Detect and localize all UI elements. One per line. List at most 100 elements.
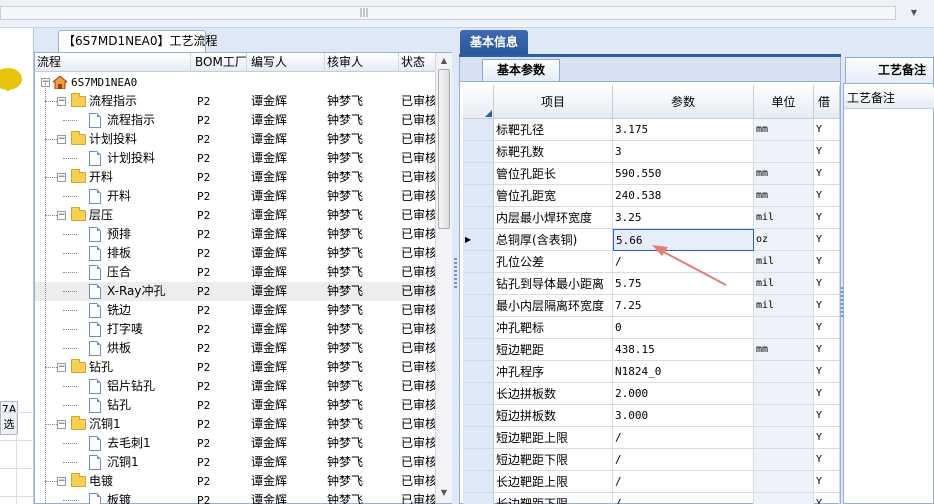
cell-value[interactable]: / xyxy=(613,427,754,449)
cell-value[interactable]: 5.75 xyxy=(613,273,754,295)
scroll-grip-icon[interactable]: ||| xyxy=(351,8,377,18)
param-row[interactable]: 短边靶距下限 / Y xyxy=(460,449,840,471)
panel-splitter[interactable] xyxy=(452,28,459,504)
tab-basic-params[interactable]: 基本参数 xyxy=(482,59,560,81)
tree-row[interactable]: 流程指示 P2 谭金辉 钟梦飞 已审核 xyxy=(35,111,435,130)
tree-row[interactable]: − 钻孔 P2 谭金辉 钟梦飞 已审核 xyxy=(35,358,435,377)
row-indicator[interactable] xyxy=(463,427,494,449)
row-indicator[interactable] xyxy=(463,273,494,295)
param-row[interactable]: 短边靶距上限 / Y xyxy=(460,427,840,449)
tab-process-remarks[interactable]: 工艺备注 xyxy=(845,57,934,83)
collapse-toggle-icon[interactable]: − xyxy=(57,363,66,372)
cell-value[interactable]: 2.000 xyxy=(613,383,754,405)
column-header-item[interactable]: 项目 xyxy=(494,85,613,119)
scroll-down-icon[interactable]: ▼ xyxy=(438,487,450,499)
collapse-toggle-icon[interactable]: − xyxy=(57,173,66,182)
column-header-bom[interactable]: BOM工厂 xyxy=(193,53,247,72)
cell-value[interactable]: 438.15 xyxy=(613,339,754,361)
tree-row[interactable]: 开料 P2 谭金辉 钟梦飞 已审核 xyxy=(35,187,435,206)
tree-row[interactable]: 去毛刺1 P2 谭金辉 钟梦飞 已审核 xyxy=(35,434,435,453)
tree-row[interactable]: 钻孔 P2 谭金辉 钟梦飞 已审核 xyxy=(35,396,435,415)
scroll-thumb[interactable] xyxy=(438,69,450,229)
row-indicator[interactable] xyxy=(463,251,494,273)
cell-value[interactable]: / xyxy=(613,471,754,493)
param-row[interactable]: 长边拼板数 2.000 Y xyxy=(460,383,840,405)
tree-row[interactable]: −6S7MD1NEA0 xyxy=(35,73,435,92)
tree-row[interactable]: 铣边 P2 谭金辉 钟梦飞 已审核 xyxy=(35,301,435,320)
tree-row[interactable]: − 流程指示 P2 谭金辉 钟梦飞 已审核 xyxy=(35,92,435,111)
cell-value[interactable]: 5.66 xyxy=(613,229,754,251)
param-row[interactable]: 管位孔距宽 240.538 mm Y xyxy=(460,185,840,207)
column-header-flow[interactable]: 流程 xyxy=(35,53,191,72)
tree-row[interactable]: − 计划投料 P2 谭金辉 钟梦飞 已审核 xyxy=(35,130,435,149)
tree-row[interactable]: 打字唛 P2 谭金辉 钟梦飞 已审核 xyxy=(35,320,435,339)
cell-value[interactable]: 240.538 xyxy=(613,185,754,207)
row-indicator[interactable] xyxy=(463,207,494,229)
tree-row[interactable]: 沉铜1 P2 谭金辉 钟梦飞 已审核 xyxy=(35,453,435,472)
row-indicator[interactable] xyxy=(463,295,494,317)
horizontal-scrollbar[interactable]: ||| xyxy=(0,6,896,20)
param-row[interactable]: 短边靶距 438.15 mm Y xyxy=(460,339,840,361)
tree-row[interactable]: − 沉铜1 P2 谭金辉 钟梦飞 已审核 xyxy=(35,415,435,434)
tree-row[interactable]: 铝片钻孔 P2 谭金辉 钟梦飞 已审核 xyxy=(35,377,435,396)
row-indicator[interactable] xyxy=(463,361,494,383)
param-row[interactable]: 长边靶距下限 / Y xyxy=(460,493,840,504)
param-row[interactable]: 管位孔距长 590.550 mm Y xyxy=(460,163,840,185)
row-indicator[interactable] xyxy=(463,383,494,405)
param-row[interactable]: ▶ 总铜厚(含表铜) 5.66 oz Y xyxy=(460,229,840,251)
param-row[interactable]: 长边靶距上限 / Y xyxy=(460,471,840,493)
param-row[interactable]: 孔位公差 / mil Y xyxy=(460,251,840,273)
param-row[interactable]: 内层最小焊环宽度 3.25 mil Y xyxy=(460,207,840,229)
column-header-unit[interactable]: 单位 xyxy=(754,85,814,119)
collapse-toggle-icon[interactable]: − xyxy=(57,135,66,144)
param-row[interactable]: 钻孔到导体最小距离 5.75 mil Y xyxy=(460,273,840,295)
process-flow-tab[interactable]: 【6S7MD1NEA0】工艺流程 xyxy=(58,30,218,52)
cell-value[interactable]: 3.000 xyxy=(613,405,754,427)
row-indicator[interactable] xyxy=(463,141,494,163)
tab-basic-info[interactable]: 基本信息 xyxy=(460,30,528,54)
param-row[interactable]: 冲孔程序 N1824_0 Y xyxy=(460,361,840,383)
cell-value[interactable]: 590.550 xyxy=(613,163,754,185)
row-indicator[interactable] xyxy=(463,317,494,339)
param-row[interactable]: 短边拼板数 3.000 Y xyxy=(460,405,840,427)
cell-value[interactable]: 3.175 xyxy=(613,119,754,141)
row-indicator[interactable] xyxy=(463,339,494,361)
cell-value[interactable]: 7.25 xyxy=(613,295,754,317)
tree-row[interactable]: 计划投料 P2 谭金辉 钟梦飞 已审核 xyxy=(35,149,435,168)
cell-value[interactable]: 3 xyxy=(613,141,754,163)
column-header-reviewer[interactable]: 核审人 xyxy=(325,53,399,72)
param-row[interactable]: 标靶孔径 3.175 mm Y xyxy=(460,119,840,141)
tree-row[interactable]: X-Ray冲孔 P2 谭金辉 钟梦飞 已审核 xyxy=(35,282,435,301)
cell-value[interactable]: / xyxy=(613,449,754,471)
column-header-param[interactable]: 参数 xyxy=(613,85,754,119)
tree-vertical-scrollbar[interactable]: ▲ ▼ xyxy=(435,53,452,503)
row-indicator[interactable] xyxy=(463,163,494,185)
row-indicator[interactable] xyxy=(463,119,494,141)
collapse-toggle-icon[interactable]: − xyxy=(57,97,66,106)
row-indicator[interactable] xyxy=(463,493,494,504)
tree-row[interactable]: 排板 P2 谭金辉 钟梦飞 已审核 xyxy=(35,244,435,263)
cell-value[interactable]: 3.25 xyxy=(613,207,754,229)
row-indicator[interactable] xyxy=(463,405,494,427)
tree-row[interactable]: − 开料 P2 谭金辉 钟梦飞 已审核 xyxy=(35,168,435,187)
chevron-down-icon[interactable]: ▼ xyxy=(908,7,920,19)
scroll-up-icon[interactable]: ▲ xyxy=(438,55,450,67)
tree-row[interactable]: 压合 P2 谭金辉 钟梦飞 已审核 xyxy=(35,263,435,282)
param-row[interactable]: 标靶孔数 3 Y xyxy=(460,141,840,163)
tree-row[interactable]: 烘板 P2 谭金辉 钟梦飞 已审核 xyxy=(35,339,435,358)
collapse-toggle-icon[interactable]: − xyxy=(57,477,66,486)
collapse-toggle-icon[interactable]: − xyxy=(57,211,66,220)
row-indicator[interactable]: ▶ xyxy=(463,229,494,251)
tree-row[interactable]: 预排 P2 谭金辉 钟梦飞 已审核 xyxy=(35,225,435,244)
column-header-writer[interactable]: 编写人 xyxy=(249,53,325,72)
cell-value[interactable]: / xyxy=(613,493,754,504)
row-indicator[interactable] xyxy=(463,449,494,471)
collapse-toggle-icon[interactable]: − xyxy=(57,420,66,429)
tree-row[interactable]: 板镀 P2 谭金辉 钟梦飞 已审核 xyxy=(35,491,435,504)
param-row[interactable]: 冲孔靶标 0 Y xyxy=(460,317,840,339)
cell-value[interactable]: / xyxy=(613,251,754,273)
cell-value[interactable]: 0 xyxy=(613,317,754,339)
tree-row[interactable]: − 层压 P2 谭金辉 钟梦飞 已审核 xyxy=(35,206,435,225)
row-indicator[interactable] xyxy=(463,185,494,207)
cell-value[interactable]: N1824_0 xyxy=(613,361,754,383)
